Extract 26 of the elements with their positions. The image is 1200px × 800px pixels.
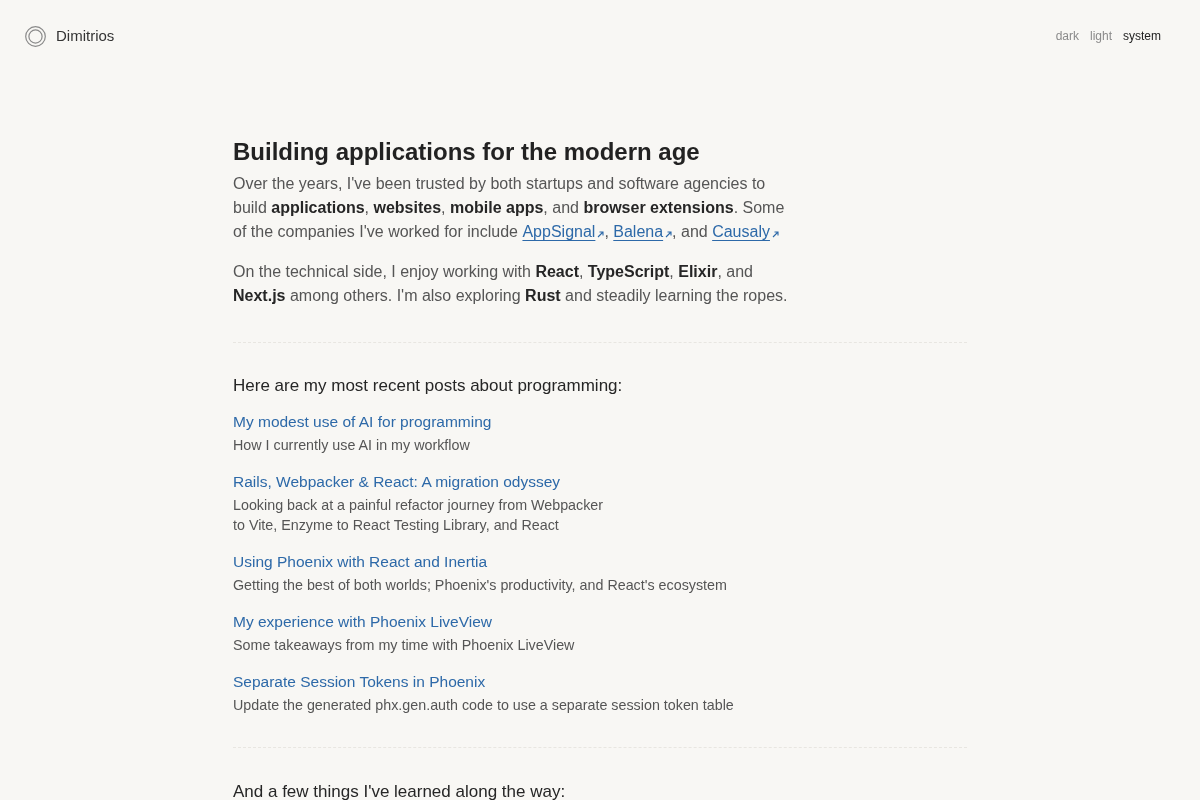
post-description: Some takeaways from my time with Phoenix LiveView xyxy=(233,636,575,655)
post-description: Looking back at a painful refactor journey from Webpacker to Vite, Enzyme to React Testing Library, and React xyxy=(233,496,604,535)
company-link[interactable]: Causaly xyxy=(712,223,779,240)
post-title-link[interactable]: My experience with Phoenix LiveView xyxy=(233,611,493,633)
theme-option[interactable]: dark xyxy=(1055,27,1079,45)
section-heading: And a few things I've learned along the way: xyxy=(233,781,567,800)
theme-option[interactable]: light xyxy=(1089,27,1112,45)
page-title: Building applications for the modern age xyxy=(233,137,701,167)
post-description: Getting the best of both worlds; Phoenix's productivity, and React's ecosystem xyxy=(233,576,727,595)
site-name[interactable]: Dimitrios xyxy=(56,24,115,48)
post-description: How I currently use AI in my workflow xyxy=(233,436,470,455)
post-description: Update the generated phx.gen.auth code to use a separate session token table xyxy=(233,696,734,715)
intro-paragraph: On the technical side, I enjoy working with React, TypeScript, Elixir, and Next.js among others. I'm also exploring Rust and steadily learning the ropes. xyxy=(233,262,789,306)
external-link-icon xyxy=(597,231,605,238)
external-link-icon xyxy=(665,231,673,238)
post-title-link[interactable]: My modest use of AI for programming xyxy=(233,411,492,433)
theme-option[interactable]: system xyxy=(1123,27,1161,45)
post-title-link[interactable]: Separate Session Tokens in Phoenix xyxy=(233,671,486,693)
section-heading: Here are my most recent posts about programming: xyxy=(233,375,624,397)
external-link-icon xyxy=(771,231,779,238)
post-title-link[interactable]: Using Phoenix with React and Inertia xyxy=(233,551,488,573)
post-title-link[interactable]: Rails, Webpacker & React: A migration odyssey xyxy=(233,471,561,493)
company-link[interactable]: AppSignal xyxy=(522,223,605,240)
company-link[interactable]: Balena xyxy=(613,223,673,240)
intro-paragraph: Over the years, I've been trusted by both startups and software agencies to build applications, websites, mobile apps, and browser extensions. Some of the companies I've worked for include AppSignal , Balena , and Causaly xyxy=(233,174,786,242)
double-ring-logo-icon xyxy=(25,25,46,47)
